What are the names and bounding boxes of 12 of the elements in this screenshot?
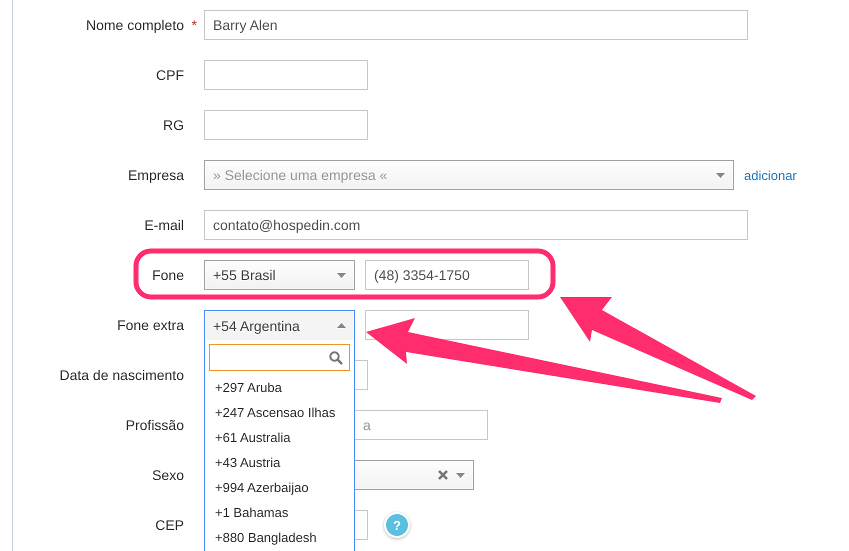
field-label: E-mail xyxy=(144,217,184,233)
field-label: Nome completo xyxy=(86,17,184,33)
field-label: Fone extra xyxy=(117,317,184,333)
field-label: Sexo xyxy=(152,467,184,483)
required-mark: * xyxy=(192,17,197,33)
field-label: Data de nascimento xyxy=(59,367,184,383)
field-label: Fone xyxy=(152,267,184,283)
field-label: RG xyxy=(163,117,184,133)
field-label: CPF xyxy=(156,67,184,83)
field-label: Profissão xyxy=(126,417,184,433)
field-label: CEP xyxy=(155,517,184,533)
field-label: Empresa xyxy=(128,167,184,183)
